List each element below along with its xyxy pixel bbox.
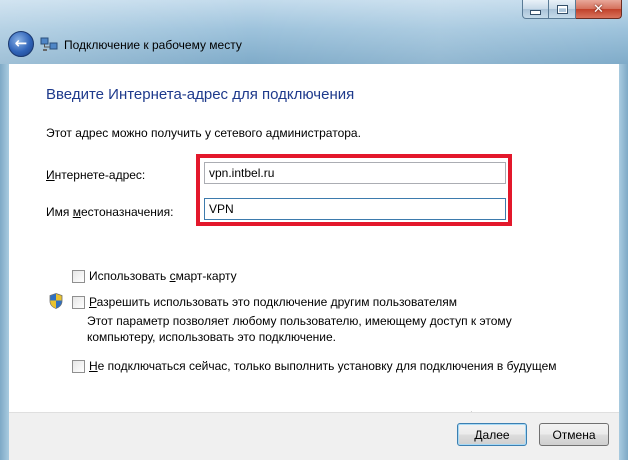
smartcard-checkbox[interactable] xyxy=(72,270,85,283)
maximize-button[interactable] xyxy=(549,0,576,19)
back-button[interactable]: ← xyxy=(8,31,34,57)
window-frame-right xyxy=(619,64,628,460)
later-option[interactable]: Не подключаться сейчас, только выполнить… xyxy=(72,359,557,373)
smartcard-option[interactable]: Использовать смарт-карту xyxy=(72,269,237,283)
close-button[interactable]: ✕ xyxy=(576,0,622,19)
caption-buttons: ✕ xyxy=(522,0,622,20)
later-label: Не подключаться сейчас, только выполнить… xyxy=(89,359,557,373)
wizard-content: Введите Интернета-адрес для подключения … xyxy=(9,64,619,412)
share-checkbox[interactable] xyxy=(72,296,85,309)
minimize-icon xyxy=(530,10,541,15)
page-heading: Введите Интернета-адрес для подключения xyxy=(46,86,355,103)
share-label: Разрешить использовать это подключение д… xyxy=(89,295,458,309)
share-description-line: Этот параметр позволяет любому пользоват… xyxy=(87,314,512,328)
dialog-window: ✕ ← Подключение к рабочему месту Введите… xyxy=(0,0,628,460)
uac-shield-icon xyxy=(49,293,63,309)
window-title: Подключение к рабочему месту xyxy=(64,38,242,52)
button-bar: · Далее Отмена xyxy=(9,407,619,460)
close-icon: ✕ xyxy=(593,1,604,17)
minimize-button[interactable] xyxy=(522,0,549,19)
network-connection-icon xyxy=(40,37,58,51)
smartcard-label: Использовать смарт-карту xyxy=(89,269,237,283)
destination-input[interactable] xyxy=(204,198,506,220)
destination-label: Имя местоназначения: xyxy=(46,205,174,219)
address-input[interactable] xyxy=(204,162,506,184)
grip-mark: · xyxy=(470,407,473,416)
next-button[interactable]: Далее xyxy=(457,423,527,446)
address-label: Интернете-адрес: xyxy=(46,168,146,182)
maximize-icon xyxy=(556,4,568,14)
share-description-line: компьютеру, использовать это подключение… xyxy=(87,330,336,344)
window-frame-left xyxy=(0,64,9,460)
cancel-button[interactable]: Отмена xyxy=(539,423,609,446)
share-option[interactable]: Разрешить использовать это подключение д… xyxy=(72,295,457,309)
share-description: Этот параметр позволяет любому пользоват… xyxy=(87,313,512,345)
later-checkbox[interactable] xyxy=(72,360,85,373)
hint-text: Этот адрес можно получить у сетевого адм… xyxy=(46,126,361,140)
back-arrow-icon: ← xyxy=(14,34,28,52)
